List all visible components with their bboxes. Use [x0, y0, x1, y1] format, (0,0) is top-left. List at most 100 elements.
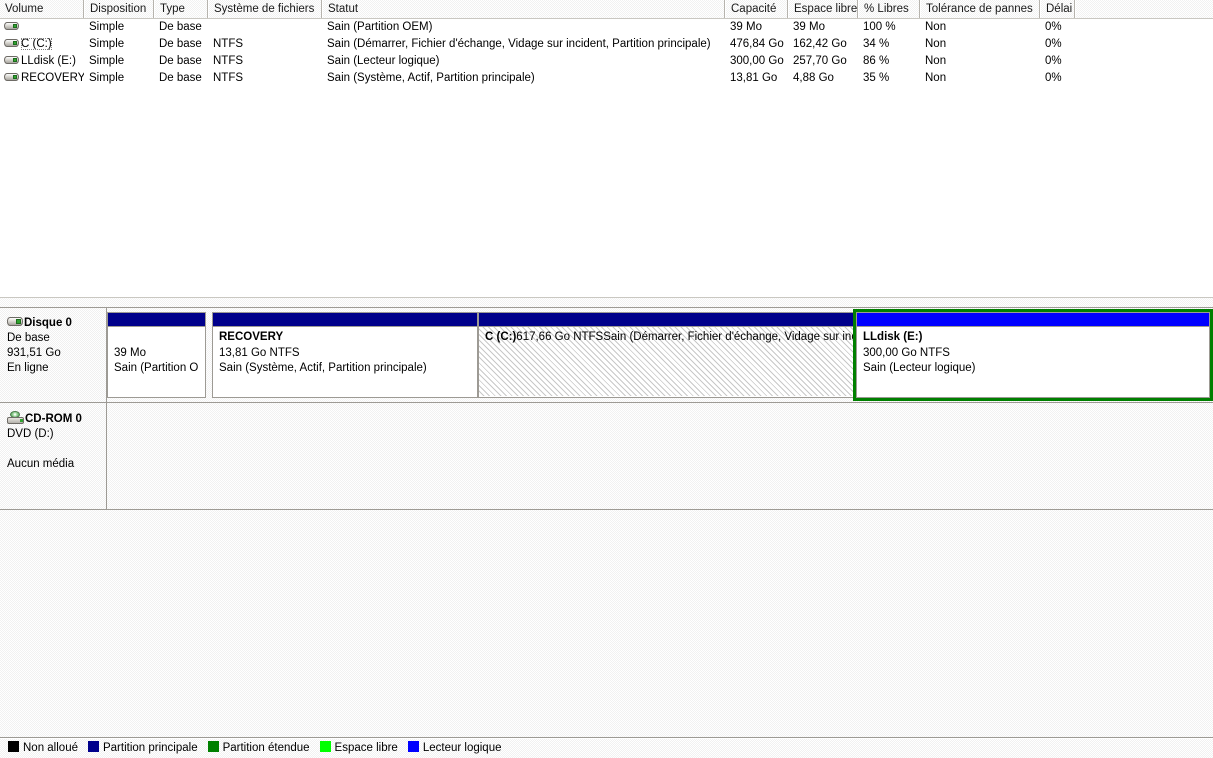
cell-status: Sain (Lecteur logique): [327, 55, 440, 67]
partition-label: C (C:): [485, 331, 517, 343]
cell-layout: Simple: [89, 72, 125, 84]
disk-status-line: Aucun média: [7, 458, 75, 470]
partition-color-bar: [108, 313, 205, 327]
column-header-label: Système de fichiers: [214, 3, 315, 15]
disk-type-line: De base: [7, 332, 50, 344]
disk-title-label: Disque 0: [24, 317, 72, 329]
partition-color-bar: [213, 313, 477, 327]
disk-info-cdrom0[interactable]: CD-ROM 0 DVD (D:) Aucun média: [0, 403, 107, 509]
cell-percent_free: 100 %: [863, 21, 896, 33]
partition-label: LLdisk (E:): [863, 331, 923, 343]
partition-info: RECOVERY 13,81 Go NTFS Sain (Système, Acti…: [213, 327, 477, 396]
cell-percent_free: 35 %: [863, 72, 890, 84]
partition-inner: LLdisk (E:) 300,00 Go NTFS Sain (Lecteur l…: [856, 312, 1210, 398]
cell-fault_tolerance: Non: [925, 21, 947, 33]
legend-swatch: [319, 741, 331, 752]
cell-filesystem: [208, 19, 322, 36]
cell-type: De base: [159, 72, 202, 84]
cell-status: Sain (Partition OEM): [327, 21, 433, 33]
legend-item-3: Espace libre: [319, 739, 398, 758]
cell-type: De base: [159, 38, 202, 50]
cell-type: De base: [159, 55, 202, 67]
legend-swatch: [87, 741, 99, 752]
volume-list-pane: Volume Disposition Type Système de fichiers…: [0, 0, 1213, 297]
partition-info: LLdisk (E:) 300,00 Go NTFS Sain (Lecteur l…: [857, 327, 1209, 397]
table-row[interactable]: C (C:) Simple De base NTFS Sain (Démarrer, F…: [0, 36, 1213, 53]
table-row[interactable]: Simple De base Sain (Partition OEM) 39 Mo 39…: [0, 19, 1213, 36]
cell-free_space: 257,70 Go: [793, 55, 847, 67]
column-header-label: Délai: [1046, 3, 1073, 15]
cell-status: Sain (Démarrer, Fichier d'échange, Vidag…: [327, 38, 711, 50]
disk-row-disk0[interactable]: Disque 0 De base 931,51 Go En ligne 39 Mo Sa…: [0, 308, 1213, 403]
column-header-fault_tolerance[interactable]: Tolérance de pannes: [920, 0, 1040, 18]
cell-fault_tolerance: Non: [925, 38, 947, 50]
partition-color-bar: [479, 313, 853, 327]
disk-title-label: CD-ROM 0: [25, 413, 82, 425]
drive-icon-led: [13, 24, 17, 28]
column-header-percent_free[interactable]: % Libres: [858, 0, 920, 18]
graphical-view-filler: [0, 720, 1213, 738]
partition-block-recovery[interactable]: RECOVERY 13,81 Go NTFS Sain (Système, Acti…: [212, 312, 478, 398]
disk-icon: [7, 316, 23, 327]
volume-list-body[interactable]: Simple De base Sain (Partition OEM) 39 Mo 39…: [0, 19, 1213, 296]
partition-status: Sain (Système, Actif, Partition principa…: [219, 362, 427, 374]
volume-drive-icon: [4, 21, 19, 31]
cell-layout: Simple: [89, 55, 125, 67]
cell-filesystem: NTFS: [213, 38, 244, 50]
drive-icon-led: [13, 75, 17, 79]
column-header-label: Statut: [328, 3, 359, 15]
cell-free_space: 39 Mo: [793, 21, 825, 33]
volume-list-header[interactable]: Volume Disposition Type Système de fichiers…: [0, 0, 1213, 19]
column-header-label: Volume: [5, 3, 44, 15]
column-header-type[interactable]: Type: [154, 0, 208, 18]
column-header-label: Tolérance de pannes: [926, 3, 1033, 15]
column-header-label: % Libres: [864, 3, 909, 15]
legend-label: Lecteur logique: [422, 742, 502, 754]
cell-volume: C (C:): [0, 36, 84, 53]
disk-size-line: 931,51 Go: [7, 347, 61, 359]
graphical-view: Disque 0 De base 931,51 Go En ligne 39 Mo Sa…: [0, 308, 1213, 720]
cell-fault_tolerance: Non: [925, 55, 947, 67]
legend-label: Non alloué: [23, 742, 78, 754]
pane-splitter[interactable]: [0, 297, 1213, 308]
partition-status: Sain (Démarrer, Fichier d'échange, Vidag…: [603, 331, 853, 343]
drive-icon-led: [13, 58, 17, 62]
disk-status-line: En ligne: [7, 362, 49, 374]
disk-type-line: DVD (D:): [7, 428, 54, 440]
partition-block-oem[interactable]: 39 Mo Sain (Partition O: [107, 312, 206, 398]
disk-info-disk0[interactable]: Disque 0 De base 931,51 Go En ligne: [0, 308, 107, 402]
cell-percent_free: 86 %: [863, 55, 890, 67]
column-header-capacity[interactable]: Capacité: [725, 0, 788, 18]
column-header-free_space[interactable]: Espace libre: [788, 0, 858, 18]
cell-capacity: 476,84 Go: [730, 38, 784, 50]
table-row[interactable]: RECOVERY Simple De base NTFS Sain (Système, …: [0, 70, 1213, 87]
partition-label: RECOVERY: [219, 331, 284, 343]
cell-volume: RECOVERY: [0, 70, 84, 87]
cell-capacity: 39 Mo: [730, 21, 762, 33]
legend-label: Partition principale: [102, 742, 198, 754]
column-header-status[interactable]: Statut: [322, 0, 725, 18]
cd-rom-icon: [7, 411, 24, 424]
partition-block-lldisk[interactable]: LLdisk (E:) 300,00 Go NTFS Sain (Lecteur l…: [853, 309, 1213, 401]
column-header-overhead[interactable]: Délai: [1040, 0, 1075, 18]
disk-title: CD-ROM 0: [7, 411, 100, 427]
cell-filesystem: NTFS: [213, 72, 244, 84]
cell-status: Sain (Système, Actif, Partition principa…: [327, 72, 535, 84]
column-header-volume[interactable]: Volume: [0, 0, 84, 18]
cell-percent_free: 34 %: [863, 38, 890, 50]
cell-overhead: 0%: [1045, 21, 1062, 33]
column-header-filesystem[interactable]: Système de fichiers: [208, 0, 322, 18]
cell-type: De base: [159, 21, 202, 33]
partition-info: 39 Mo Sain (Partition O: [108, 327, 205, 396]
cell-free_space: 4,88 Go: [793, 72, 834, 84]
legend-item-0: Non alloué: [8, 739, 78, 758]
partition-block-c[interactable]: C (C:)617,66 Go NTFSSain (Démarrer, Fich…: [478, 312, 854, 398]
cell-capacity: 300,00 Go: [730, 55, 784, 67]
partition-size: 617,66 Go NTFS: [516, 331, 604, 343]
volume-drive-icon: [4, 38, 19, 48]
disk-row-cdrom0[interactable]: CD-ROM 0 DVD (D:) Aucun média: [0, 403, 1213, 510]
volume-drive-icon: [4, 55, 19, 65]
column-header-layout[interactable]: Disposition: [84, 0, 154, 18]
cell-free_space: 162,42 Go: [793, 38, 847, 50]
table-row[interactable]: LLdisk (E:) Simple De base NTFS Sain (Lecteu…: [0, 53, 1213, 70]
